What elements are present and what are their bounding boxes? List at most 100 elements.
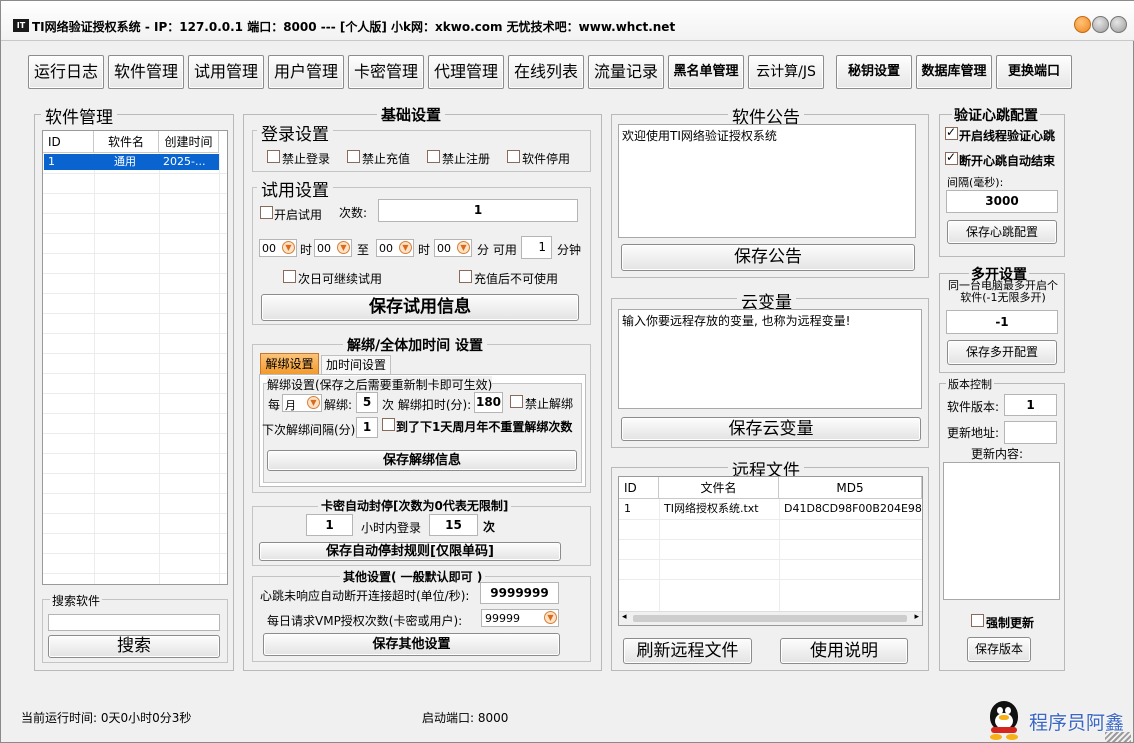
tab-agent-manage[interactable]: 代理管理 — [428, 55, 504, 89]
row-created: 2025-... — [163, 155, 206, 168]
checkbox-forbid-unbind[interactable] — [510, 395, 523, 408]
checkbox-open-thread[interactable] — [945, 125, 958, 140]
minimize-icon[interactable] — [1092, 16, 1109, 33]
column-header[interactable]: 文件名 — [659, 477, 779, 499]
save-other-button[interactable]: 保存其他设置 — [263, 633, 560, 656]
tab-key-settings[interactable]: 秘钥设置 — [836, 55, 912, 89]
trial-from-hour-select[interactable]: 00 ▼ — [259, 239, 297, 257]
tab-database[interactable]: 数据库管理 — [916, 55, 992, 89]
search-button[interactable]: 搜索 — [48, 635, 220, 658]
update-content-textarea[interactable] — [943, 462, 1060, 600]
checkbox-software-disable[interactable] — [507, 150, 520, 163]
label-version: 软件版本: — [947, 400, 1000, 414]
help-button[interactable]: 使用说明 — [780, 638, 908, 664]
trial-to-minute-select[interactable]: 00 ▼ — [434, 239, 472, 257]
daily-requests-select[interactable]: 99999 ▼ — [481, 609, 559, 627]
cloud-var-textarea[interactable]: 输入你要远程存放的变量, 也称为远程变量! — [618, 309, 922, 409]
resize-grip-icon[interactable] — [1105, 732, 1131, 742]
tab-blacklist[interactable]: 黑名单管理 — [668, 55, 744, 89]
checkbox-next-day[interactable] — [283, 270, 296, 283]
unbind-times-input[interactable]: 5 — [356, 392, 378, 413]
checkbox-auto-end[interactable] — [945, 150, 958, 165]
column-header[interactable]: ID — [619, 477, 659, 499]
label-software-disable: 软件停用 — [522, 152, 571, 166]
card-count-input[interactable]: 1 — [306, 514, 353, 536]
save-notice-button[interactable]: 保存公告 — [621, 244, 915, 271]
tab-trial-manage[interactable]: 试用管理 — [188, 55, 264, 89]
horizontal-scrollbar[interactable]: ◂ ▸ — [619, 611, 922, 625]
checkbox-forbid-login[interactable] — [267, 150, 280, 163]
version-input[interactable]: 1 — [1004, 394, 1057, 416]
tab-card-manage[interactable]: 卡密管理 — [348, 55, 424, 89]
heartbeat-interval-input[interactable]: 3000 — [946, 190, 1058, 213]
tab-add-time[interactable]: 加时间设置 — [321, 355, 391, 375]
search-input[interactable] — [48, 614, 220, 631]
maximize-icon[interactable] — [1110, 16, 1127, 33]
tab-software-manage[interactable]: 软件管理 — [108, 55, 184, 89]
save-heartbeat-button[interactable]: 保存心跳配置 — [947, 220, 1057, 244]
scroll-left-icon[interactable]: ◂ — [622, 612, 627, 622]
trial-to-hour-select[interactable]: 00 ▼ — [376, 239, 414, 257]
close-icon[interactable] — [1074, 16, 1091, 33]
column-header[interactable]: 创建时间 — [159, 131, 219, 153]
other-settings-title: 其他设置( 一般默认即可 ) — [340, 568, 486, 585]
update-url-input[interactable] — [1004, 421, 1057, 444]
notice-textarea[interactable]: 欢迎使用TI网络验证授权系统 — [618, 124, 916, 238]
label-open-thread: 开启线程验证心跳 — [959, 129, 1056, 143]
label-enable-trial: 开启试用 — [274, 208, 323, 222]
checkbox-after-recharge[interactable] — [459, 270, 472, 283]
save-card-ban-button[interactable]: 保存自动停封规则[仅限单码] — [259, 542, 561, 561]
scroll-right-icon[interactable]: ▸ — [914, 612, 919, 622]
tab-online-list[interactable]: 在线列表 — [508, 55, 584, 89]
label-interval: 下次解绑间隔(分) — [262, 423, 356, 437]
label-update-content: 更新内容: — [971, 447, 1024, 461]
column-header[interactable]: ID — [43, 131, 94, 153]
search-group-label: 搜索软件 — [50, 592, 103, 609]
file-id: 1 — [624, 502, 631, 515]
tab-cloud-js[interactable]: 云计算/JS — [748, 55, 824, 89]
save-multi-open-button[interactable]: 保存多开配置 — [947, 340, 1057, 365]
unbind-period-select[interactable]: 月 ▼ — [282, 394, 322, 412]
software-table[interactable]: ID 软件名 创建时间 1 通用 2025-... — [42, 130, 228, 585]
label-to: 至 — [357, 243, 370, 257]
deduct-minutes-input[interactable]: 180 — [474, 392, 503, 413]
card-times-input[interactable]: 15 — [429, 514, 478, 536]
remote-files-table[interactable]: ID 文件名 MD5 1 TI网络授权系统.txt D41D8CD98F00B2… — [618, 476, 923, 626]
trial-count-input[interactable]: 1 — [378, 199, 578, 222]
checkbox-forbid-register[interactable] — [427, 150, 440, 163]
checkbox-forbid-recharge[interactable] — [347, 150, 360, 163]
login-settings-title: 登录设置 — [257, 120, 333, 145]
chevron-down-icon: ▼ — [457, 241, 470, 254]
checkbox-force-update[interactable] — [971, 614, 984, 627]
table-row[interactable]: 1 TI网络授权系统.txt D41D8CD98F00B204E980... — [620, 501, 922, 517]
checkbox-enable-trial[interactable] — [260, 206, 273, 219]
refresh-remote-files-button[interactable]: 刷新远程文件 — [623, 638, 752, 664]
label-times: 次 — [483, 520, 496, 534]
title-bar[interactable]: IT TI网络验证授权系统 - IP：127.0.0.1 端口：8000 ---… — [1, 1, 1134, 41]
unbind-interval-input[interactable]: 1 — [356, 417, 378, 438]
label-interval-ms: 间隔(毫秒): — [947, 176, 1004, 189]
tab-change-port[interactable]: 更换端口 — [996, 55, 1072, 89]
trial-minutes-input[interactable]: 1 — [521, 236, 552, 259]
watermark-text: 程序员阿鑫 — [1029, 712, 1125, 734]
save-version-button[interactable]: 保存版本 — [967, 637, 1031, 662]
trial-from-minute-select[interactable]: 00 ▼ — [314, 239, 352, 257]
label-minutes: 分钟 — [557, 243, 582, 257]
label-forbid-register: 禁止注册 — [442, 152, 491, 166]
save-unbind-button[interactable]: 保存解绑信息 — [267, 450, 577, 471]
unbind-settings-title: 解绑/全体加时间 设置 — [343, 335, 487, 355]
multi-open-desc: 同一台电脑最多开启个软件(-1无限多开) — [948, 279, 1058, 304]
column-header[interactable]: 软件名 — [94, 131, 159, 153]
save-cloud-var-button[interactable]: 保存云变量 — [621, 417, 921, 441]
checkbox-no-reset[interactable] — [382, 418, 395, 431]
column-header[interactable]: MD5 — [779, 477, 922, 499]
tab-unbind[interactable]: 解绑设置 — [260, 353, 319, 375]
save-trial-button[interactable]: 保存试用信息 — [261, 294, 579, 321]
multi-open-input[interactable]: -1 — [946, 310, 1058, 334]
label-after-recharge: 充值后不可使用 — [474, 272, 559, 286]
heartbeat-timeout-input[interactable]: 9999999 — [480, 582, 559, 604]
tab-traffic-log[interactable]: 流量记录 — [588, 55, 664, 89]
tab-user-manage[interactable]: 用户管理 — [268, 55, 344, 89]
tab-run-log[interactable]: 运行日志 — [28, 55, 104, 89]
table-row[interactable]: 1 通用 2025-... — [44, 154, 219, 170]
